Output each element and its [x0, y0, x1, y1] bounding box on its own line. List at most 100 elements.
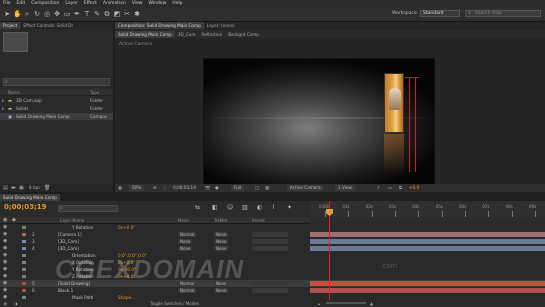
pan-behind-tool-icon[interactable]: ✥ [53, 10, 61, 18]
expand-layer-switches-icon[interactable]: ◐ [4, 300, 8, 307]
property-track[interactable] [310, 260, 545, 265]
eye-icon[interactable]: ◉ [3, 224, 7, 230]
label-color-swatch[interactable] [22, 247, 26, 250]
roto-tool-icon[interactable]: ✂ [123, 10, 131, 18]
subtab-reflection[interactable]: Reflection [198, 32, 225, 37]
parent-header[interactable]: Parent [252, 218, 265, 223]
mask-visibility-icon[interactable]: ◌ [163, 184, 167, 192]
property-track[interactable] [310, 253, 545, 258]
layer-name-header[interactable]: Layer Name [60, 218, 84, 223]
menu-composition[interactable]: Composition [28, 1, 62, 6]
label-color-swatch[interactable] [22, 268, 26, 271]
tab-composition[interactable]: Composition: Solid Drawing Main Comp [115, 22, 204, 29]
exposure-value[interactable]: +0.0 [409, 184, 419, 192]
bpc-label[interactable]: 8 bpc [29, 185, 41, 190]
layer-name[interactable]: [Camera 1] [58, 231, 82, 238]
menu-help[interactable]: Help [169, 1, 185, 6]
col-type-header[interactable]: Type [90, 90, 99, 95]
expand-arrow-icon[interactable]: ▸ [2, 97, 4, 104]
property-track[interactable] [310, 274, 545, 279]
project-item-solids[interactable]: ▸ ▬ Solids Folder [0, 105, 113, 112]
timeline-icon[interactable]: ▭ [388, 184, 392, 192]
timeline-zoom-slider[interactable] [326, 302, 366, 304]
layer-duration-bar[interactable] [310, 246, 545, 251]
brainstorm-icon[interactable]: ✦ [287, 204, 292, 211]
layer-duration-bar[interactable] [310, 239, 545, 244]
mode-dropdown[interactable]: None [178, 239, 193, 244]
project-item-3dcam[interactable]: ▸ ▬ 3D Cam.avp Folder [0, 97, 113, 104]
comp-mini-flowchart-icon[interactable]: ⇆ [195, 204, 200, 211]
draft-3d-icon[interactable]: ◧ [212, 204, 218, 211]
zoom-out-icon[interactable]: ▴ [318, 300, 320, 307]
time-ruler[interactable]: 0:00s 01s 02s 03s 04s 05s 06s 07s 08s 09s [310, 201, 545, 217]
composition-canvas[interactable] [203, 58, 435, 186]
label-color-swatch[interactable] [22, 289, 26, 292]
fast-preview-icon[interactable]: ⚡ [377, 184, 380, 192]
eye-icon[interactable]: ◉ [3, 280, 7, 286]
menu-window[interactable]: Window [146, 1, 170, 6]
new-composition-icon[interactable]: ▣ [19, 185, 24, 191]
subtab-3dcam[interactable]: 3D_Cam [175, 32, 199, 37]
motion-blur-icon[interactable]: ◐ [257, 204, 262, 211]
pen-tool-icon[interactable]: ✒ [73, 10, 81, 18]
camera-view-dropdown[interactable]: Active Camera [287, 185, 324, 191]
menu-animation[interactable]: Animation [100, 1, 129, 6]
label-color-swatch[interactable] [22, 296, 26, 299]
parent-dropdown[interactable] [252, 246, 288, 251]
trkmat-dropdown[interactable]: None [214, 288, 229, 293]
trkmat-dropdown[interactable]: None [214, 246, 229, 251]
brush-tool-icon[interactable]: ✎ [93, 10, 101, 18]
search-help-input[interactable]: ⌕ Search Help [465, 10, 541, 17]
type-tool-icon[interactable]: T [83, 10, 91, 18]
trkmat-dropdown[interactable]: None [214, 232, 229, 237]
product-box[interactable] [384, 73, 404, 133]
layer-duration-bar[interactable] [310, 281, 545, 286]
show-channel-icon[interactable]: ● [215, 184, 219, 192]
label-color-swatch[interactable] [22, 240, 26, 243]
property-track[interactable] [310, 267, 545, 272]
snapshot-icon[interactable]: 📷 [205, 184, 210, 192]
expand-arrow-icon[interactable]: ▸ [2, 105, 4, 112]
subtab-backgrd[interactable]: Backgrd Comp [225, 32, 262, 37]
parent-dropdown[interactable] [252, 232, 288, 237]
clone-tool-icon[interactable]: ⧉ [103, 10, 111, 18]
layer-name[interactable]: [3D_Cam] [58, 238, 79, 245]
zoom-dropdown[interactable]: 50% [129, 185, 145, 191]
workspace-dropdown[interactable]: Standard [420, 10, 460, 17]
menu-file[interactable]: File [0, 1, 14, 6]
project-search-input[interactable]: ⌕ [3, 78, 110, 86]
eye-icon[interactable]: ◉ [3, 245, 7, 251]
mode-dropdown[interactable]: Normal [178, 288, 197, 293]
layer-name[interactable]: Black 1 [58, 287, 73, 294]
mode-dropdown[interactable]: Normal [178, 232, 197, 237]
always-preview-icon[interactable]: ▦ [118, 184, 122, 192]
av-features-icon[interactable]: ◉ [3, 217, 7, 223]
layer-duration-bar[interactable] [310, 288, 545, 293]
eye-icon[interactable]: ◉ [3, 266, 7, 272]
grid-icon[interactable]: ⊞ [153, 184, 157, 192]
label-column-icon[interactable]: ◆ [12, 217, 16, 223]
selection-tool-icon[interactable]: ➤ [3, 10, 11, 18]
label-color-swatch[interactable] [22, 226, 26, 229]
zoom-tool-icon[interactable]: ⌕ [23, 10, 31, 18]
label-color-swatch[interactable] [22, 275, 26, 278]
layer-name[interactable]: Y Rotation [72, 224, 93, 231]
subtab-main-comp[interactable]: Solid Drawing Main Comp [115, 30, 175, 38]
new-folder-icon[interactable]: ▬ [11, 185, 16, 191]
graph-editor-icon[interactable]: ⌇ [272, 204, 275, 211]
layer-duration-bar[interactable] [310, 232, 545, 237]
eye-icon[interactable]: ◉ [3, 287, 7, 293]
mode-header[interactable]: Mode [178, 218, 189, 223]
flowchart-icon[interactable]: ⧉ [399, 184, 402, 192]
frame-blending-icon[interactable]: ▥ [242, 204, 248, 211]
tab-project[interactable]: Project [0, 22, 21, 29]
eye-icon[interactable]: ◉ [3, 238, 7, 244]
rotate-tool-icon[interactable]: ↻ [33, 10, 41, 18]
orbit-camera-tool-icon[interactable]: ◎ [43, 10, 51, 18]
label-color-swatch[interactable] [22, 254, 26, 257]
toggle-switches-modes[interactable]: Toggle Switches / Modes [150, 300, 199, 307]
eye-icon[interactable]: ◉ [3, 273, 7, 279]
layer-name[interactable]: [3D_Cam] [58, 245, 79, 252]
resolution-dropdown[interactable]: Full [231, 185, 245, 191]
eye-icon[interactable]: ◉ [3, 231, 7, 237]
